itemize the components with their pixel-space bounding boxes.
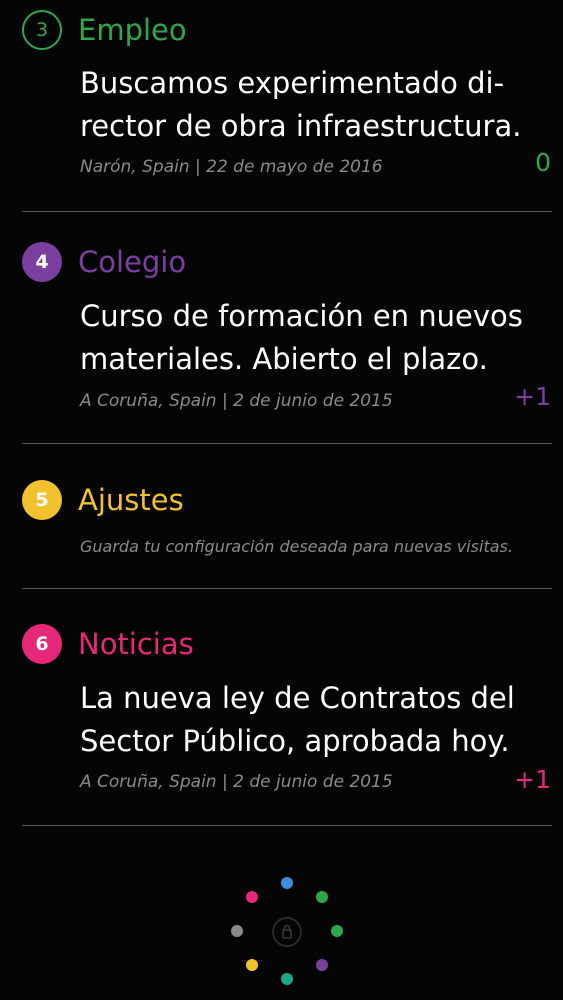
headline-line: Buscamos experimentado di- — [80, 66, 505, 100]
dial-dot-top-right[interactable] — [316, 891, 328, 903]
category-label: Colegio — [78, 245, 187, 279]
dial-center-button[interactable] — [272, 917, 302, 947]
category-label: Noticias — [78, 627, 194, 661]
number-badge: 4 — [22, 242, 62, 282]
item-description: Guarda tu configuración deseada para nue… — [80, 537, 513, 556]
headline-line: rector de obra infraestructura. — [80, 109, 522, 143]
category-label: Ajustes — [78, 483, 184, 517]
list-item-noticias[interactable]: 6 Noticias La nueva ley de Contratos del… — [0, 589, 563, 826]
item-header: 4 Colegio — [22, 242, 186, 282]
item-header: 5 Ajustes — [22, 480, 184, 520]
headline-line: La nueva ley de Contratos del — [80, 681, 515, 715]
list-item-colegio[interactable]: 4 Colegio Curso de formación en nuevos m… — [0, 212, 563, 443]
dial-dot-bottom[interactable] — [281, 973, 293, 985]
dial-dot-bottom-right[interactable] — [316, 959, 328, 971]
dial-dot-right[interactable] — [331, 925, 343, 937]
lock-icon — [282, 924, 292, 939]
dial-dot-bottom-left[interactable] — [246, 959, 258, 971]
item-headline: Buscamos experimentado di- rector de obr… — [80, 62, 550, 148]
number-badge: 5 — [22, 480, 62, 520]
dial-dot-top[interactable] — [281, 877, 293, 889]
number-badge: 6 — [22, 624, 62, 664]
headline-line: materiales. Abierto el plazo. — [80, 342, 488, 376]
item-meta: Narón, Spain | 22 de mayo de 2016 — [80, 157, 383, 177]
count-badge: +1 — [514, 765, 551, 794]
item-meta: A Coruña, Spain | 2 de junio de 2015 — [80, 391, 393, 411]
count-badge: +1 — [514, 382, 551, 411]
item-header: 6 Noticias — [22, 624, 194, 664]
count-badge: 0 — [535, 148, 551, 177]
list-item-ajustes[interactable]: 5 Ajustes Guarda tu configuración desead… — [0, 444, 563, 589]
item-headline: La nueva ley de Contratos del Sector Púb… — [80, 677, 550, 763]
dial-dot-top-left[interactable] — [246, 891, 258, 903]
item-header: 3 Empleo — [22, 10, 187, 50]
headline-line: Curso de formación en nuevos — [80, 299, 523, 333]
headline-line: Sector Público, aprobada hoy. — [80, 724, 510, 758]
dial-dot-left[interactable] — [231, 925, 243, 937]
item-meta: A Coruña, Spain | 2 de junio de 2015 — [80, 772, 393, 792]
item-headline: Curso de formación en nuevos materiales.… — [80, 295, 550, 381]
divider — [22, 825, 552, 826]
category-label: Empleo — [78, 13, 187, 47]
list-item-empleo[interactable]: 3 Empleo Buscamos experimentado di- rect… — [0, 0, 563, 212]
number-badge: 3 — [22, 10, 62, 50]
